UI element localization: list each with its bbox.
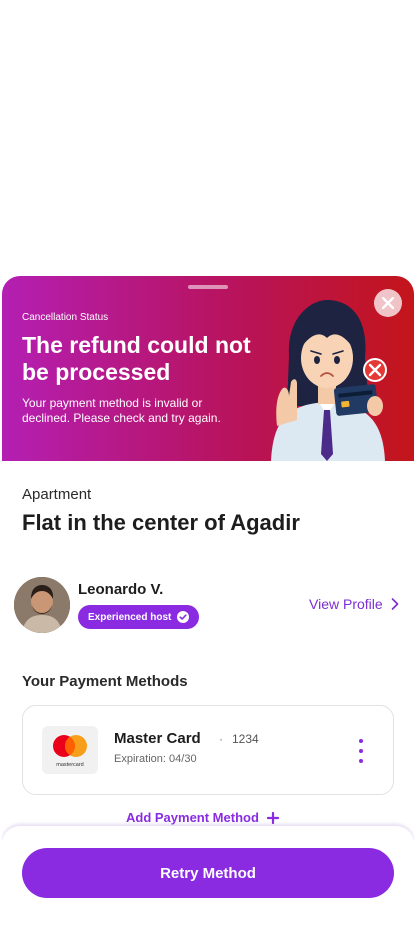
listing-type: Apartment <box>22 486 92 503</box>
more-vertical-icon <box>359 739 363 743</box>
view-profile-label: View Profile <box>309 596 383 612</box>
host-avatar[interactable] <box>14 577 70 633</box>
experienced-host-badge: Experienced host <box>78 605 200 629</box>
card-expiration: Expiration: 04/30 <box>114 753 197 765</box>
view-profile-link[interactable]: View Profile <box>309 596 399 612</box>
status-banner: Cancellation Status The refund could not… <box>2 276 414 461</box>
host-badge-label: Experienced host <box>88 611 172 623</box>
card-last-four: 1234 <box>232 732 259 746</box>
verified-check-icon <box>177 611 190 623</box>
plus-icon <box>266 811 279 824</box>
card-expiration-value: 04/30 <box>169 753 197 765</box>
mastercard-logo: mastercard <box>42 726 98 774</box>
mastercard-wordmark: mastercard <box>56 762 84 768</box>
card-separator: · <box>219 732 223 746</box>
status-description: Your payment method is invalid or declin… <box>22 396 221 425</box>
status-label: Cancellation Status <box>22 312 109 323</box>
card-expiration-label: Expiration: <box>114 753 166 765</box>
payment-card-item[interactable]: mastercard Master Card · 1234 Expiration… <box>22 705 394 795</box>
footer-bar: Retry Method <box>2 826 414 940</box>
declined-card-illustration <box>271 300 387 461</box>
add-payment-method-button[interactable]: Add Payment Method <box>126 810 279 825</box>
add-payment-method-label: Add Payment Method <box>126 810 259 825</box>
payment-methods-heading: Your Payment Methods <box>22 673 188 690</box>
host-photo <box>14 577 70 633</box>
card-more-menu-button[interactable] <box>353 739 369 763</box>
listing-title: Flat in the center of Agadir <box>22 510 300 535</box>
refund-status-sheet: Cancellation Status The refund could not… <box>2 276 414 940</box>
host-name: Leonardo V. <box>78 581 164 598</box>
chevron-right-icon <box>391 598 398 610</box>
status-title: The refund could not be processed <box>22 332 251 385</box>
card-name: Master Card <box>114 730 201 747</box>
drag-handle[interactable] <box>188 285 228 289</box>
retry-method-button[interactable]: Retry Method <box>22 848 394 898</box>
